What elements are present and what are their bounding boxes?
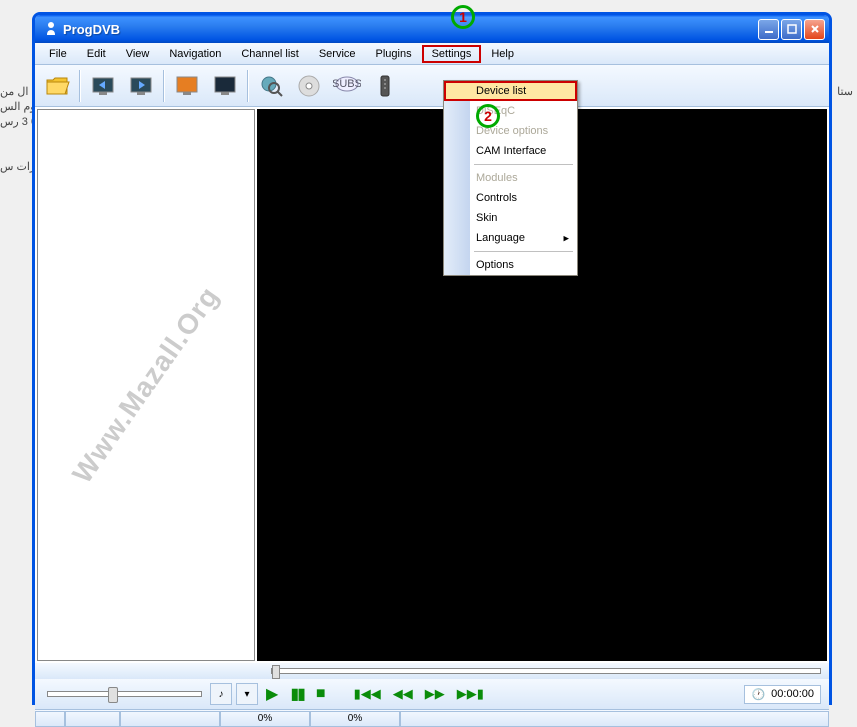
menu-skin[interactable]: Skin — [444, 208, 577, 228]
remote-button[interactable] — [367, 68, 403, 104]
menubar: File Edit View Navigation Channel list S… — [35, 43, 829, 65]
menu-modules: Modules — [444, 168, 577, 188]
monitor-orange-button[interactable] — [169, 68, 205, 104]
status-bar: 0% 0% — [35, 709, 829, 727]
seek-slider[interactable] — [271, 668, 821, 674]
skip-back-button[interactable]: ▮◀◀ — [350, 686, 385, 702]
time-display: 🕐 00:00:00 — [744, 685, 821, 704]
bg-text: وم الس — [0, 100, 36, 113]
menu-device-options: Device options — [444, 121, 577, 141]
monitor-dark-button[interactable] — [207, 68, 243, 104]
annotation-2: 2 — [476, 104, 500, 128]
seek-area — [35, 663, 829, 679]
forward-button[interactable]: ▶▶ — [421, 686, 449, 702]
status-cell — [65, 711, 120, 727]
content-area: Www.Mazall.Org — [35, 107, 829, 663]
maximize-button[interactable] — [781, 19, 802, 40]
titlebar[interactable]: ProgDVB — [35, 15, 829, 43]
channel-list-panel[interactable]: Www.Mazall.Org — [37, 109, 255, 661]
menu-service[interactable]: Service — [309, 45, 366, 63]
rewind-button[interactable]: ◀◀ — [389, 686, 417, 702]
app-icon — [43, 21, 59, 37]
disc-button[interactable] — [291, 68, 327, 104]
menu-help[interactable]: Help — [481, 45, 524, 63]
menu-view[interactable]: View — [116, 45, 160, 63]
menu-controls[interactable]: Controls — [444, 188, 577, 208]
menu-cam-interface[interactable]: CAM Interface — [444, 141, 577, 161]
play-button[interactable]: ▶ — [262, 684, 282, 704]
minimize-button[interactable] — [758, 19, 779, 40]
annotation-1: 1 — [451, 5, 475, 29]
open-folder-button[interactable] — [39, 68, 75, 104]
menu-plugins[interactable]: Plugins — [366, 45, 422, 63]
status-percent-2: 0% — [310, 711, 400, 727]
svg-text:SUBS: SUBS — [333, 78, 361, 90]
menu-navigation[interactable]: Navigation — [159, 45, 231, 63]
seek-handle[interactable] — [272, 665, 280, 679]
screen-next-button[interactable] — [123, 68, 159, 104]
status-cell — [35, 711, 65, 727]
stop-button[interactable]: ■ — [312, 685, 330, 703]
menu-device-list[interactable]: Device list — [444, 81, 577, 101]
bg-text: ال من — [0, 85, 28, 98]
main-window: ProgDVB File Edit View Navigation Channe… — [32, 12, 832, 705]
submenu-arrow-icon: ▸ — [563, 232, 569, 245]
menu-edit[interactable]: Edit — [77, 45, 116, 63]
window-title: ProgDVB — [63, 22, 758, 37]
status-cell — [400, 711, 829, 727]
status-percent-1: 0% — [220, 711, 310, 727]
toolbar: SUBS — [35, 65, 829, 107]
search-globe-button[interactable] — [253, 68, 289, 104]
controls-bar: ♪ ▾ ▶ ▮▮ ■ ▮◀◀ ◀◀ ▶▶ ▶▶▮ 🕐 00:00:00 — [35, 679, 829, 709]
menu-channel-list[interactable]: Channel list — [231, 45, 308, 63]
menu-options[interactable]: Options — [444, 255, 577, 275]
bg-text: ستا — [837, 85, 853, 98]
pause-button[interactable]: ▮▮ — [286, 684, 308, 704]
close-button[interactable] — [804, 19, 825, 40]
menu-diseqc: DiSEqC — [444, 101, 577, 121]
settings-dropdown: Device list DiSEqC Device options CAM In… — [443, 80, 578, 276]
subs-button[interactable]: SUBS — [329, 68, 365, 104]
menu-settings[interactable]: Settings — [422, 45, 482, 63]
volume-handle[interactable] — [108, 687, 118, 703]
clock-icon: 🕐 — [751, 688, 765, 701]
skip-forward-button[interactable]: ▶▶▮ — [453, 686, 488, 702]
screen-prev-button[interactable] — [85, 68, 121, 104]
watermark-text: Www.Mazall.Org — [66, 281, 225, 490]
dropdown-button[interactable]: ▾ — [236, 683, 258, 705]
menu-file[interactable]: File — [39, 45, 77, 63]
audio-button[interactable]: ♪ — [210, 683, 232, 705]
time-value: 00:00:00 — [771, 688, 814, 700]
menu-language[interactable]: Language▸ — [444, 228, 577, 248]
status-cell — [120, 711, 220, 727]
volume-slider[interactable] — [47, 691, 202, 697]
